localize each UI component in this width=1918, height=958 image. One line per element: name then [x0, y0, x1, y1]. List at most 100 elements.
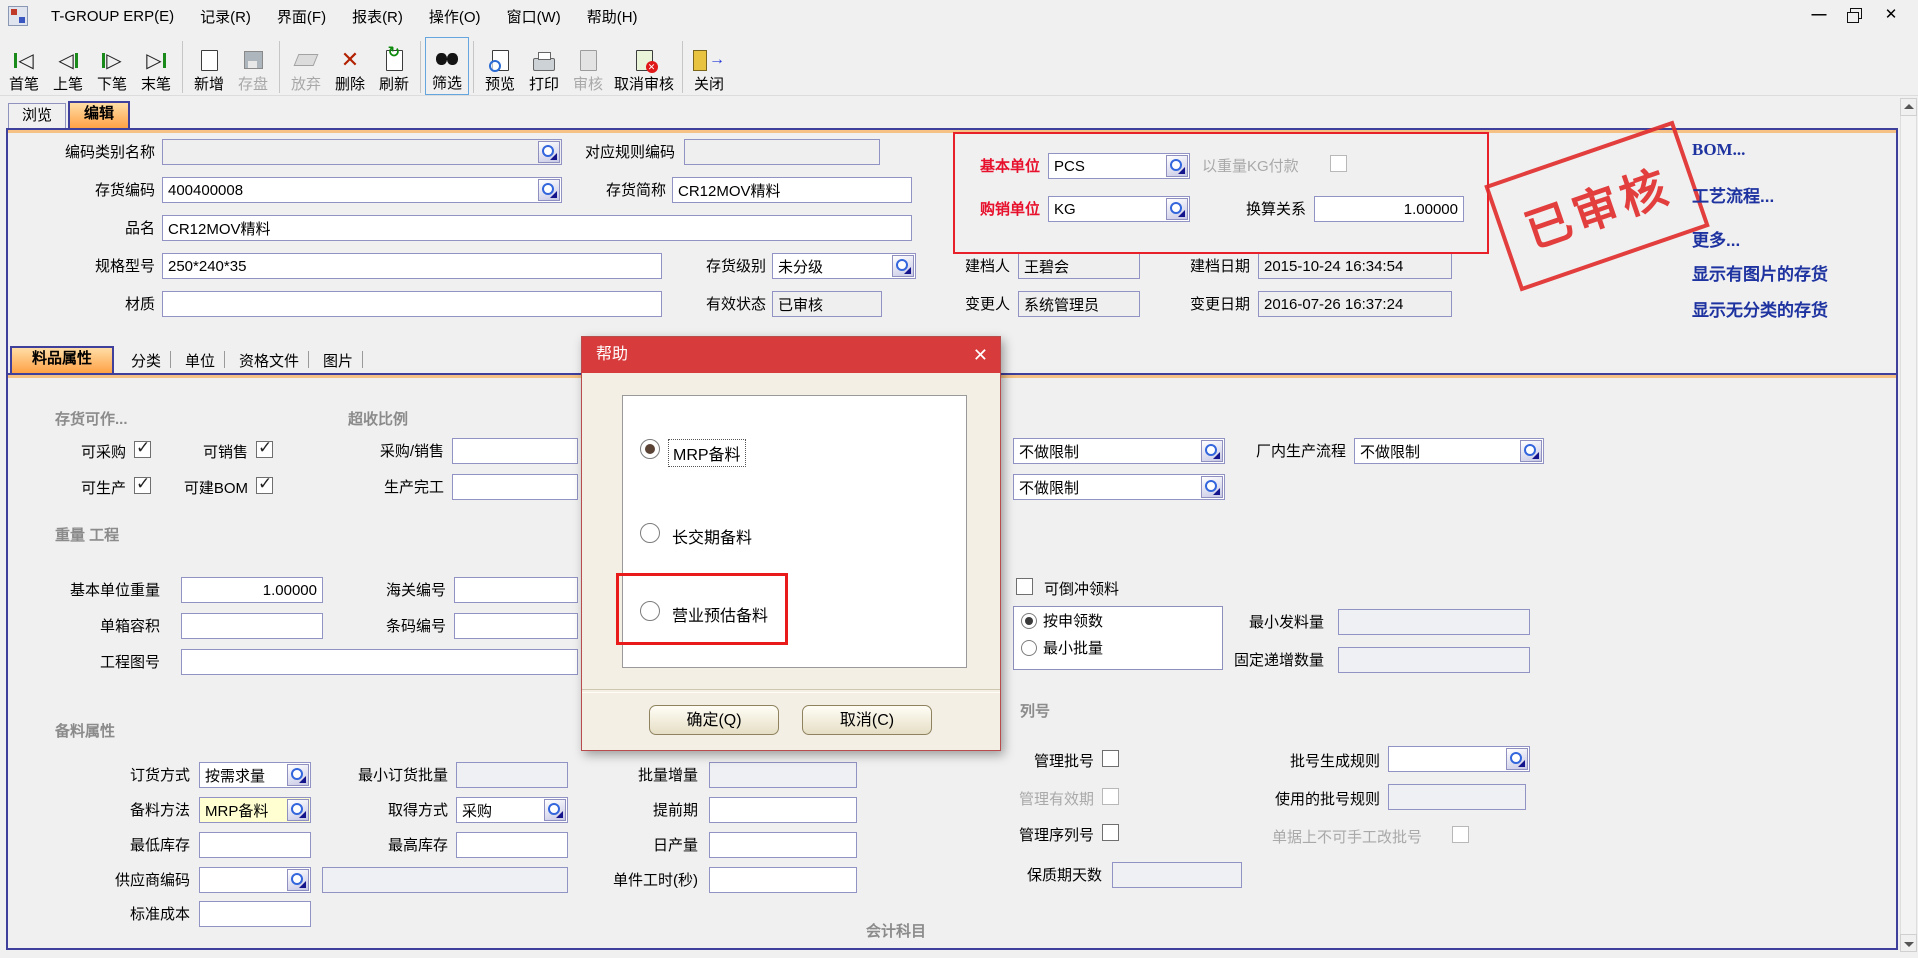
base-weight-field[interactable] [181, 577, 323, 603]
backflush-checkbox[interactable] [1016, 578, 1033, 595]
menu-record[interactable]: 记录(R) [187, 1, 264, 32]
base-unit-lookup-icon[interactable] [1166, 155, 1188, 177]
link-more[interactable]: 更多... [1692, 226, 1740, 251]
over-buy-field[interactable] [452, 438, 578, 464]
issue-min-batch-radio[interactable] [1021, 640, 1037, 656]
order-mode-lookup-icon[interactable] [287, 764, 309, 786]
app-icon [8, 6, 28, 26]
customs-field[interactable] [454, 577, 578, 603]
spec-field[interactable] [162, 253, 662, 279]
cancel-audit-button[interactable]: ✕ 取消审核 [610, 37, 678, 95]
inv-level-lookup-icon[interactable] [892, 255, 914, 277]
cancel-button[interactable]: 取消(C) [802, 705, 932, 735]
option-long-lead-radio[interactable] [640, 523, 660, 543]
menu-window[interactable]: 窗口(W) [494, 1, 574, 32]
menu-report[interactable]: 报表(R) [339, 1, 416, 32]
can-bom-checkbox[interactable] [256, 477, 273, 494]
material-field[interactable] [162, 291, 662, 317]
menu-operate[interactable]: 操作(O) [416, 1, 494, 32]
restore-icon[interactable] [1842, 4, 1868, 26]
min-stock-field[interactable] [199, 832, 311, 858]
can-sell-checkbox[interactable] [256, 441, 273, 458]
fixed-inc-label: 固定递增数量 [1216, 651, 1324, 671]
min-order-label: 最小订货批量 [336, 766, 448, 786]
inv-code-label: 存货编码 [20, 181, 155, 201]
subtab-image[interactable]: 图片 [316, 352, 360, 372]
inv-abbr-field[interactable] [672, 177, 912, 203]
tab-edit[interactable]: 编辑 [68, 101, 130, 129]
over-receive-group-label: 超收比例 [348, 408, 408, 429]
option-sales-forecast-radio[interactable] [640, 601, 660, 621]
preview-button[interactable]: 预览 [478, 37, 522, 95]
print-button[interactable]: 打印 [522, 37, 566, 95]
close-icon[interactable]: ✕ [1878, 4, 1904, 26]
link-process-flow[interactable]: 工艺流程... [1692, 182, 1774, 207]
tab-browse[interactable]: 浏览 [8, 103, 66, 129]
manage-batch-checkbox[interactable] [1102, 750, 1119, 767]
option-long-lead-label[interactable]: 长交期备料 [672, 524, 752, 548]
link-show-with-images[interactable]: 显示有图片的存货 [1692, 260, 1828, 285]
menu-tgroup-erp[interactable]: T-GROUP ERP(E) [38, 3, 187, 30]
filter-button[interactable]: 筛选 [425, 37, 469, 95]
printer-icon [533, 45, 555, 75]
over-prod-field[interactable] [452, 474, 578, 500]
limit-b-field[interactable] [1013, 474, 1225, 500]
link-show-unclassified[interactable]: 显示无分类的存货 [1692, 296, 1828, 321]
issue-by-apply-radio[interactable] [1021, 613, 1037, 629]
unit-time-field[interactable] [709, 867, 857, 893]
option-sales-forecast-label[interactable]: 营业预估备料 [672, 602, 768, 626]
manage-serial-label: 管理序列号 [1008, 826, 1094, 846]
ok-button[interactable]: 确定(Q) [649, 705, 779, 735]
material-label: 材质 [20, 295, 155, 315]
can-make-checkbox[interactable] [134, 477, 151, 494]
limit-a-field[interactable] [1013, 438, 1225, 464]
obtain-lookup-icon[interactable] [544, 799, 566, 821]
subtab-qualification[interactable]: 资格文件 [232, 352, 306, 372]
max-stock-field[interactable] [456, 832, 568, 858]
minimize-icon[interactable]: — [1806, 4, 1832, 26]
link-bom[interactable]: BOM... [1692, 140, 1745, 160]
scroll-down-icon[interactable] [1900, 934, 1917, 952]
menu-help[interactable]: 帮助(H) [574, 1, 651, 32]
supplier-lookup-icon[interactable] [287, 869, 309, 891]
drawing-field[interactable] [181, 649, 578, 675]
drawing-label: 工程图号 [70, 653, 160, 673]
box-volume-field[interactable] [181, 613, 323, 639]
inv-code-lookup-icon[interactable] [538, 179, 560, 201]
std-cost-field[interactable] [199, 901, 311, 927]
factory-flow-lookup-icon[interactable] [1520, 440, 1542, 462]
conv-ratio-field[interactable] [1314, 196, 1464, 222]
refresh-button[interactable]: ↻ 刷新 [372, 37, 416, 95]
limit-a-lookup-icon[interactable] [1201, 440, 1223, 462]
code-class-lookup-icon[interactable] [538, 141, 560, 163]
lead-time-field[interactable] [709, 797, 857, 823]
barcode-field[interactable] [454, 613, 578, 639]
option-mrp-radio[interactable] [640, 439, 660, 459]
scroll-up-icon[interactable] [1900, 98, 1917, 116]
trade-unit-lookup-icon[interactable] [1166, 198, 1188, 220]
inv-code-field[interactable] [162, 177, 562, 203]
delete-button[interactable]: ✕ 删除 [328, 37, 372, 95]
option-mrp-label[interactable]: MRP备料 [668, 439, 746, 467]
vertical-scrollbar[interactable] [1900, 98, 1917, 952]
prev-record-button[interactable]: ◁ 上笔 [46, 37, 90, 95]
first-record-button[interactable]: ◁ 首笔 [2, 37, 46, 95]
can-buy-checkbox[interactable] [134, 441, 151, 458]
obtain-label: 取得方式 [370, 801, 448, 821]
limit-b-lookup-icon[interactable] [1201, 476, 1223, 498]
prep-method-lookup-icon[interactable] [287, 799, 309, 821]
factory-flow-field[interactable] [1354, 438, 1544, 464]
new-button[interactable]: 新增 [187, 37, 231, 95]
manage-serial-checkbox[interactable] [1102, 824, 1119, 841]
prod-name-field[interactable] [162, 215, 912, 241]
subtab-item-attributes[interactable]: 料品属性 [10, 346, 114, 374]
close-window-button[interactable]: → 关闭 [687, 37, 731, 95]
batch-rule-lookup-icon[interactable] [1506, 748, 1528, 770]
menu-interface[interactable]: 界面(F) [264, 1, 339, 32]
last-record-button[interactable]: ▷ 末笔 [134, 37, 178, 95]
dialog-close-icon[interactable]: ✕ [973, 344, 988, 366]
subtab-category[interactable]: 分类 [124, 352, 168, 372]
daily-output-field[interactable] [709, 832, 857, 858]
subtab-unit[interactable]: 单位 [178, 352, 222, 372]
next-record-button[interactable]: ▷ 下笔 [90, 37, 134, 95]
